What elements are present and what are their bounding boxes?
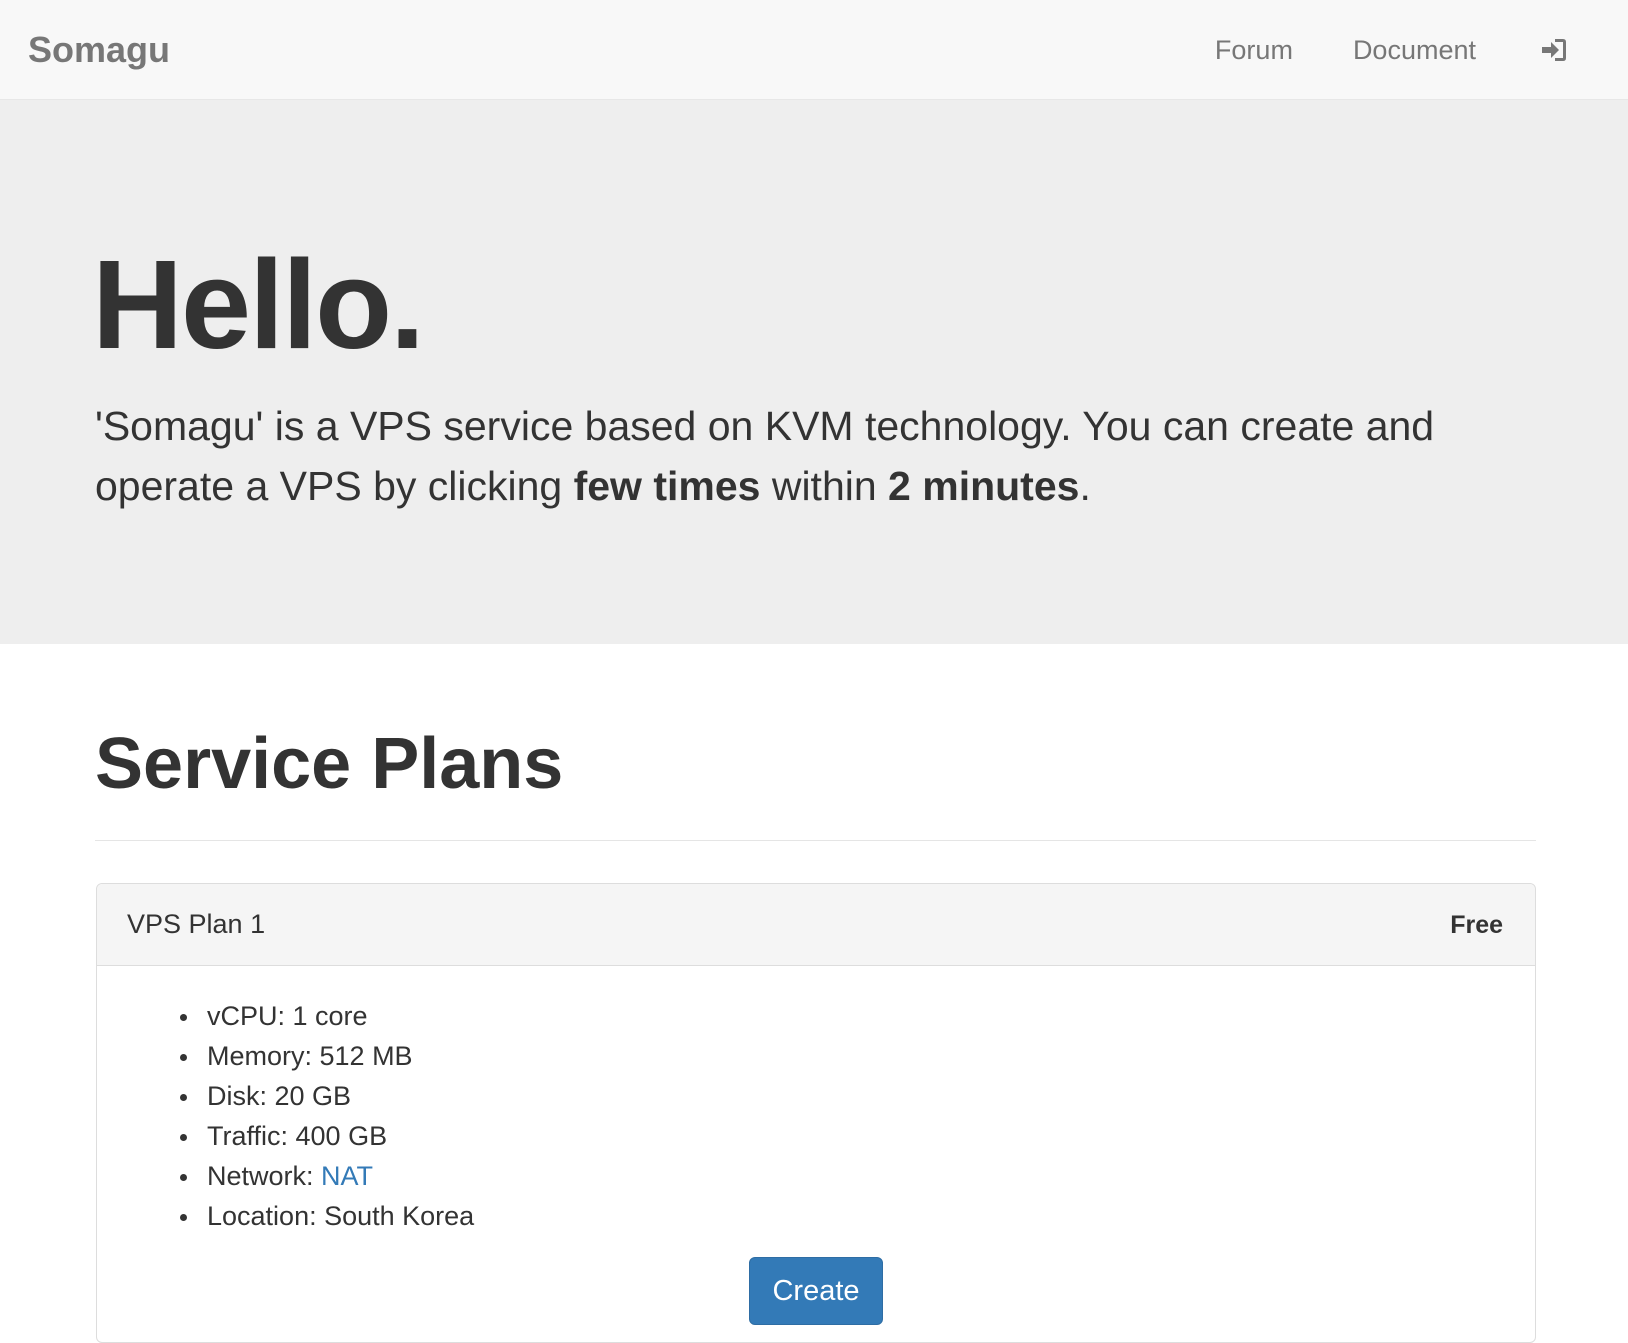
spec-item-location: Location: South Korea	[179, 1196, 475, 1236]
plan-panel-heading: VPS Plan 1 Free	[97, 884, 1535, 966]
spec-label: vCPU:	[207, 1001, 293, 1031]
spec-label: Location:	[207, 1201, 325, 1231]
spec-value: 400 GB	[295, 1121, 388, 1151]
hero-lead-emphasis-time: 2 minutes	[888, 463, 1080, 509]
section-title: Service Plans	[95, 724, 564, 804]
section-divider	[95, 840, 1536, 841]
spec-item-memory: Memory: 512 MB	[179, 1036, 474, 1076]
create-button[interactable]: Create	[749, 1257, 883, 1325]
hero-title: Hello.	[92, 234, 425, 375]
spec-value: 20 GB	[274, 1081, 352, 1111]
spec-label: Network:	[207, 1161, 322, 1191]
brand-logo[interactable]: Somagu	[28, 28, 170, 72]
network-nat-link[interactable]: NAT	[321, 1161, 373, 1191]
plan-spec-list: vCPU: 1 core Memory: 512 MB Disk: 20 GB …	[179, 996, 475, 1236]
nav-links: Forum Document	[1155, 0, 1628, 100]
spec-value: 512 MB	[319, 1041, 413, 1071]
spec-label: Memory:	[207, 1041, 320, 1071]
spec-item-traffic: Traffic: 400 GB	[179, 1116, 474, 1156]
hero-lead-text: within	[760, 463, 889, 509]
plan-price: Free	[1450, 911, 1503, 939]
spec-value: 1 core	[292, 1001, 368, 1031]
hero-lead: 'Somagu' is a VPS service based on KVM t…	[95, 396, 1545, 516]
spec-label: Traffic:	[207, 1121, 296, 1151]
hero-lead-text: .	[1079, 463, 1091, 509]
spec-value: South Korea	[324, 1201, 475, 1231]
nav-link-forum[interactable]: Forum	[1215, 30, 1293, 70]
spec-item-disk: Disk: 20 GB	[179, 1076, 474, 1116]
hero-lead-emphasis-clicks: few times	[573, 463, 761, 509]
nav-link-document[interactable]: Document	[1353, 30, 1476, 70]
spec-item-network: Network: NAT	[179, 1156, 474, 1196]
spec-label: Disk:	[207, 1081, 275, 1111]
spec-item-vcpu: vCPU: 1 core	[179, 996, 474, 1036]
navbar: Somagu Forum Document	[0, 0, 1628, 100]
plan-name: VPS Plan 1	[127, 909, 266, 939]
hero-section: Hello. 'Somagu' is a VPS service based o…	[0, 100, 1628, 644]
sign-in-icon[interactable]	[1540, 36, 1568, 64]
plan-panel: VPS Plan 1 Free vCPU: 1 core Memory: 512…	[96, 883, 1536, 1343]
